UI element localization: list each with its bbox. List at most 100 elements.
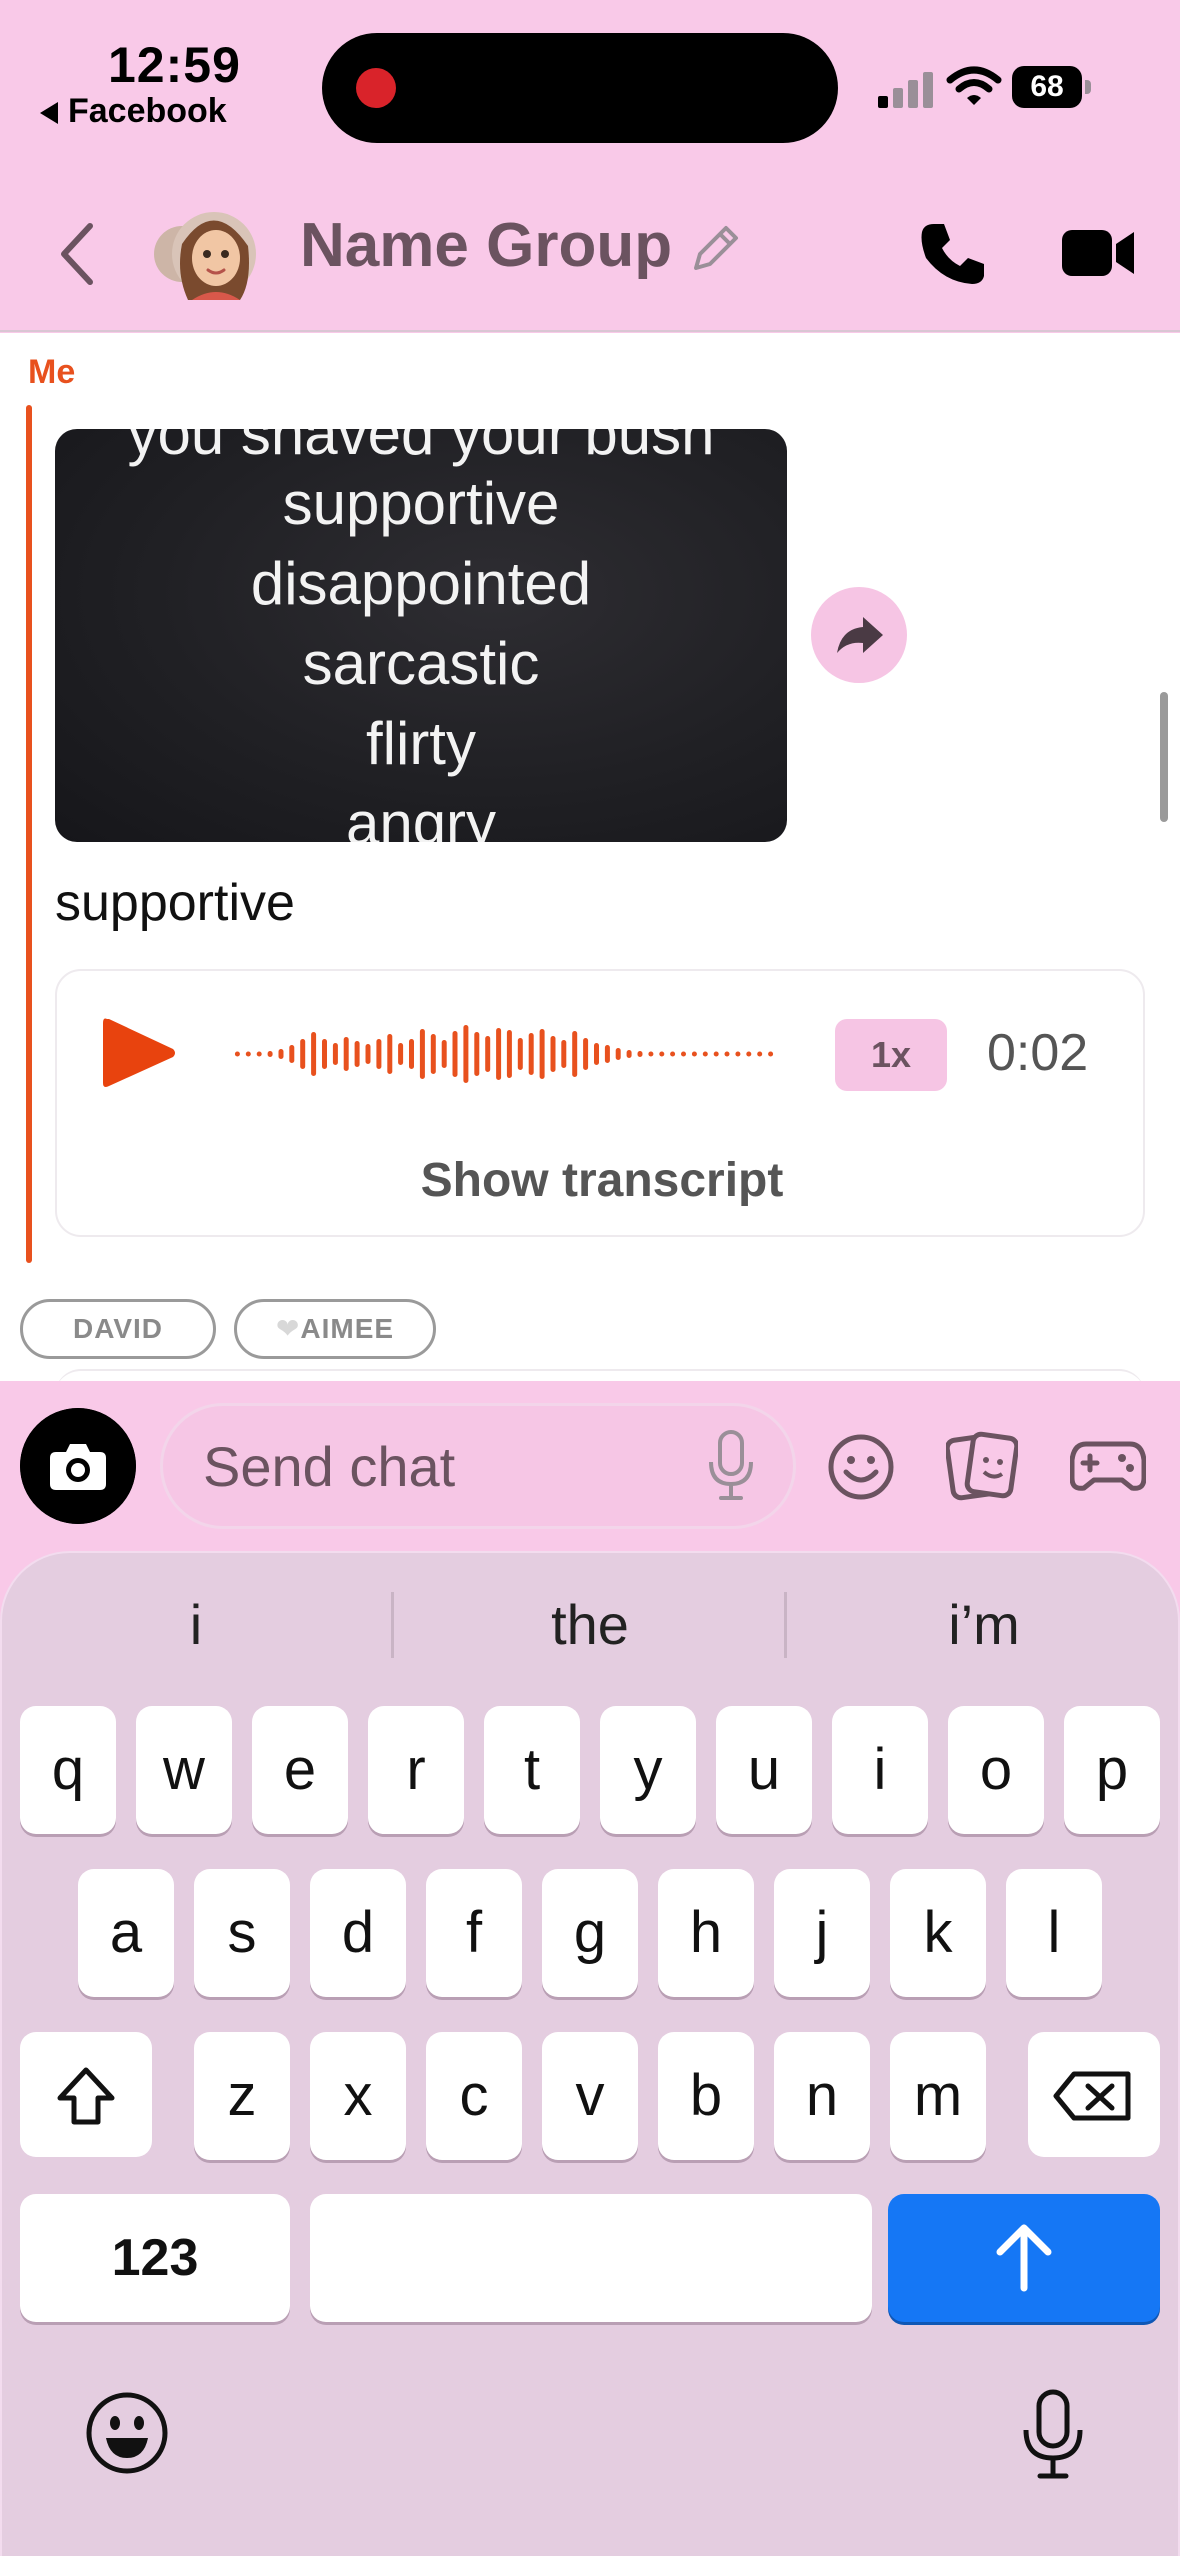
waveform-bar [648,1051,654,1057]
play-icon[interactable] [97,1011,179,1095]
key-h[interactable]: h [658,1869,754,1997]
key-p[interactable]: p [1064,1706,1160,1834]
key-v[interactable]: v [542,2032,638,2160]
key-s[interactable]: s [194,1869,290,1997]
waveform-bar [528,1033,534,1075]
key-q[interactable]: q [20,1706,116,1834]
voice-duration: 0:02 [987,1024,1089,1082]
microphone-icon[interactable] [703,1428,759,1504]
send-arrow-key[interactable] [888,2194,1160,2322]
space-key[interactable] [310,2194,872,2322]
sticker-icon[interactable] [946,1428,1018,1504]
media-text-line: disappointed [250,550,592,617]
message-caption: supportive [55,874,295,932]
key-u[interactable]: u [716,1706,812,1834]
waveform-bar [517,1038,523,1070]
waveform-bar [572,1031,578,1077]
suggestion-1[interactable]: i [0,1585,392,1665]
waveform-bar [398,1043,404,1065]
key-w[interactable]: w [136,1706,232,1834]
media-text-line: flirty [366,710,476,777]
key-c[interactable]: c [426,2032,522,2160]
waveform-bar [278,1049,284,1059]
media-text-line: supportive [282,470,560,537]
waveform-bar [496,1028,502,1080]
key-e[interactable]: e [252,1706,348,1834]
pencil-edit-icon[interactable] [686,220,744,278]
waveform-bar [561,1040,567,1068]
back-chevron-icon[interactable] [50,214,110,294]
waveform-bar [441,1040,447,1068]
key-d[interactable]: d [310,1869,406,1997]
send-chat-field[interactable] [160,1403,796,1529]
waveform-bar [463,1025,469,1083]
audio-waveform[interactable] [232,1019,776,1089]
keyboard-emoji-icon[interactable] [84,2390,170,2476]
status-time: 12:59 [108,37,241,93]
waveform-bar [604,1045,610,1063]
battery-level: 68 [1012,66,1082,108]
emoji-icon[interactable] [826,1432,896,1502]
waveform-bar [691,1051,697,1057]
shift-key[interactable] [20,2032,152,2160]
playback-speed-button[interactable]: 1x [835,1019,947,1091]
waveform-bar [419,1029,425,1079]
waveform-bar [332,1043,338,1065]
waveform-bar [234,1051,240,1057]
chat-title[interactable]: Name Group [300,210,672,281]
message-accent-bar [26,405,32,1263]
key-y[interactable]: y [600,1706,696,1834]
key-z[interactable]: z [194,2032,290,2160]
waveform-bar [550,1036,556,1072]
waveform-bar [354,1041,360,1067]
key-n[interactable]: n [774,2032,870,2160]
dictation-microphone-icon[interactable] [1018,2388,1088,2482]
key-f[interactable]: f [426,1869,522,1997]
key-a[interactable]: a [78,1869,174,1997]
waveform-bar [659,1051,665,1057]
reaction-chip-david[interactable]: DAVID [20,1299,216,1359]
waveform-bar [735,1051,741,1057]
waveform-bar [430,1034,436,1074]
key-t[interactable]: t [484,1706,580,1834]
phone-call-icon[interactable] [916,218,988,290]
suggestion-2[interactable]: the [394,1585,786,1665]
waveform-bar [387,1034,393,1074]
cellular-signal-icon [878,68,934,108]
game-controller-icon[interactable] [1070,1438,1146,1494]
share-arrow-icon[interactable] [811,587,907,683]
chat-scrollbar[interactable] [1160,692,1168,822]
back-to-app-link[interactable]: Facebook [40,92,227,131]
back-app-label: Facebook [68,92,227,130]
key-x[interactable]: x [310,2032,406,2160]
key-b[interactable]: b [658,2032,754,2160]
camera-icon[interactable] [20,1408,136,1524]
key-o[interactable]: o [948,1706,1044,1834]
reaction-chip-aimee[interactable]: ❤AIMEE [234,1299,436,1359]
media-text-line: sarcastic [302,630,540,697]
send-chat-input[interactable] [203,1430,703,1502]
show-transcript-button[interactable]: Show transcript [57,1153,1147,1208]
backspace-key[interactable] [1028,2032,1160,2160]
key-r[interactable]: r [368,1706,464,1834]
waveform-bar [376,1039,382,1069]
key-j[interactable]: j [774,1869,870,1997]
key-l[interactable]: l [1006,1869,1102,1997]
waveform-bar [311,1032,317,1076]
group-avatar[interactable] [152,202,256,306]
chat-message-list[interactable]: Me you shaved your bush supportive disap… [0,333,1180,1381]
waveform-bar [583,1038,589,1070]
key-k[interactable]: k [890,1869,986,1997]
waveform-bar [267,1051,273,1057]
video-snap-thumbnail[interactable]: you shaved your bush supportive disappoi… [55,429,787,842]
waveform-bar [539,1029,545,1079]
key-i[interactable]: i [832,1706,928,1834]
key-m[interactable]: m [890,2032,986,2160]
next-message-card [55,1369,1145,1381]
suggestion-3[interactable]: i’m [788,1585,1180,1665]
numbers-key[interactable]: 123 [20,2194,290,2322]
waveform-bar [724,1051,730,1057]
key-g[interactable]: g [542,1869,638,1997]
video-call-icon[interactable] [1060,222,1136,284]
waveform-bar [365,1044,371,1064]
